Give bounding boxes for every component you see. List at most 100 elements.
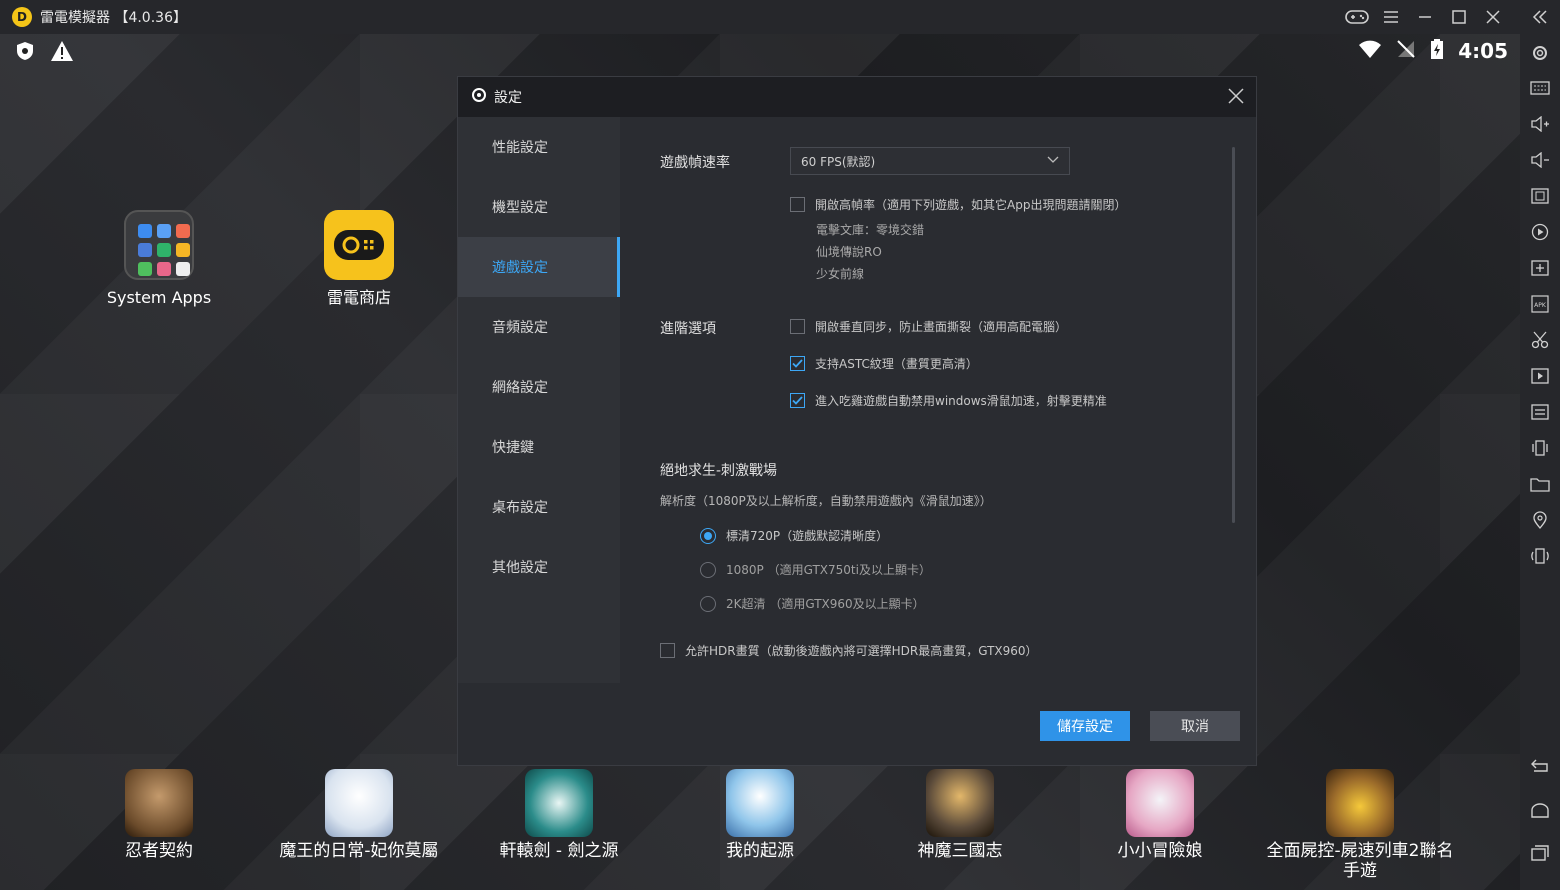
high-fps-checkbox[interactable] (790, 197, 805, 212)
svg-text:APK: APK (1534, 302, 1547, 309)
sync-icon[interactable] (1520, 397, 1560, 427)
fullscreen-icon[interactable] (1520, 181, 1560, 211)
gamepad-store-icon (324, 210, 394, 280)
dock-app-shenmo-sanguo[interactable]: 神魔三國志 (860, 769, 1060, 861)
system-apps-shortcut[interactable]: System Apps (74, 210, 244, 308)
astc-checkbox-row[interactable]: 支持ASTC紋理（畫質更高清） (790, 355, 978, 372)
mouse-accel-checkbox-row[interactable]: 進入吃雞遊戲自動禁用windows滑鼠加速，射擊更精准 (790, 392, 1107, 409)
content-scrollbar[interactable] (1232, 147, 1235, 523)
resolution-2k-option[interactable]: 2K超清 （適用GTX960及以上顯卡） (700, 595, 925, 612)
vsync-checkbox-row[interactable]: 開啟垂直同步，防止畫面撕裂（適用高配電腦） (790, 318, 1067, 335)
high-fps-checkbox-row[interactable]: 開啟高幀率（適用下列遊戲，如其它App出現問題請關閉） (790, 196, 1126, 213)
dock-app-little-adventurer[interactable]: 小小冒險娘 (1060, 769, 1260, 861)
mouse-accel-checkbox[interactable] (790, 393, 805, 408)
dock-app-demon-king[interactable]: 魔王的日常-妃你莫屬 (259, 769, 459, 861)
warning-icon (50, 40, 74, 67)
mouse-accel-label: 進入吃雞遊戲自動禁用windows滑鼠加速，射擊更精准 (815, 394, 1107, 408)
nav-wallpaper-settings[interactable]: 桌布設定 (458, 477, 620, 537)
volume-down-icon[interactable] (1520, 145, 1560, 175)
add-window-icon[interactable] (1520, 253, 1560, 283)
astc-label: 支持ASTC紋理（畫質更高清） (815, 357, 978, 371)
scissors-icon[interactable] (1520, 325, 1560, 355)
system-apps-folder-icon (124, 210, 194, 280)
nav-network-settings[interactable]: 網絡設定 (458, 357, 620, 417)
shake-icon[interactable] (1520, 433, 1560, 463)
back-icon[interactable] (1520, 750, 1560, 780)
high-fps-game-item: 少女前線 (816, 267, 865, 281)
nav-audio-settings[interactable]: 音頻設定 (458, 297, 620, 357)
zombie-train-app-icon (1326, 769, 1394, 837)
dock-app-ninja-contract[interactable]: 忍者契約 (59, 769, 259, 861)
collapse-toolbar-icon[interactable] (1520, 2, 1560, 32)
hdr-checkbox-row[interactable]: 允許HDR畫質（啟動後遊戲內將可選擇HDR最高畫質，GTX960） (660, 642, 1038, 659)
recent-apps-icon[interactable] (1520, 838, 1560, 868)
settings-gear-icon[interactable] (1520, 38, 1560, 68)
gear-icon (470, 86, 488, 109)
fps-select-value: 60 FPS(默認) (801, 154, 876, 169)
gamepad-icon[interactable] (1340, 0, 1374, 34)
dock-app-label: 我的起源 (726, 841, 794, 861)
dock-app-label: 神魔三國志 (917, 841, 1003, 861)
save-settings-button[interactable]: 儲存設定 (1040, 711, 1130, 741)
android-status-bar: 4:05 (0, 34, 1520, 68)
nav-shortcuts[interactable]: 快捷鍵 (458, 417, 620, 477)
screen-record-icon[interactable] (1520, 217, 1560, 247)
nav-other-settings[interactable]: 其他設定 (458, 537, 620, 597)
settings-dialog: 設定 性能設定 機型設定 遊戲設定 音頻設定 網絡設定 快捷鍵 桌布設定 其他設… (457, 76, 1257, 766)
video-icon[interactable] (1520, 361, 1560, 391)
volume-up-icon[interactable] (1520, 109, 1560, 139)
location-icon[interactable] (1520, 505, 1560, 535)
menu-icon[interactable] (1374, 0, 1408, 34)
battery-icon (1430, 38, 1444, 64)
dock-app-zombie-train[interactable]: 全面屍控-屍速列車2聯名手遊 (1260, 769, 1460, 881)
resolution-720p-radio[interactable] (700, 527, 716, 544)
settings-nav: 性能設定 機型設定 遊戲設定 音頻設定 網絡設定 快捷鍵 桌布設定 其他設定 (458, 117, 620, 683)
nav-model-settings[interactable]: 機型設定 (458, 177, 620, 237)
ld-store-shortcut[interactable]: 雷電商店 (274, 210, 444, 308)
resolution-2k-label: 2K超清 （適用GTX960及以上顯卡） (726, 597, 925, 611)
resolution-1080p-radio[interactable] (700, 561, 716, 578)
rotate-icon[interactable] (1520, 541, 1560, 571)
window-title: 雷電模擬器 【4.0.36】 (40, 10, 187, 26)
keyboard-icon[interactable] (1520, 73, 1560, 103)
shield-icon (14, 40, 36, 67)
fps-label: 遊戲幀速率 (660, 155, 730, 171)
folder-icon[interactable] (1520, 469, 1560, 499)
astc-checkbox[interactable] (790, 356, 805, 371)
maximize-icon[interactable] (1442, 0, 1476, 34)
dock-app-label: 全面屍控-屍速列車2聯名手遊 (1266, 841, 1454, 881)
demon-king-app-icon (325, 769, 393, 837)
fps-select[interactable]: 60 FPS(默認) (790, 147, 1070, 175)
dock-app-label: 小小冒險娘 (1117, 841, 1203, 861)
resolution-note: 解析度（1080P及以上解析度，自動禁用遊戲內《滑鼠加速》） (660, 494, 992, 508)
title-bar: D 雷電模擬器 【4.0.36】 (0, 0, 1520, 34)
resolution-720p-option[interactable]: 標清720P（遊戲默認清晰度） (700, 527, 888, 544)
home-icon[interactable] (1520, 795, 1560, 825)
my-origin-app-icon (726, 769, 794, 837)
status-time: 4:05 (1458, 39, 1508, 63)
nav-performance-settings[interactable]: 性能設定 (458, 117, 620, 177)
no-signal-icon (1396, 39, 1416, 63)
minimize-icon[interactable] (1408, 0, 1442, 34)
hdr-checkbox[interactable] (660, 643, 675, 658)
wifi-icon (1358, 39, 1382, 63)
nav-game-settings[interactable]: 遊戲設定 (458, 237, 620, 297)
resolution-1080p-option[interactable]: 1080P （適用GTX750ti及以上顯卡） (700, 561, 931, 578)
vsync-label: 開啟垂直同步，防止畫面撕裂（適用高配電腦） (815, 320, 1068, 334)
desktop-icon-label: 雷電商店 (326, 288, 391, 307)
vsync-checkbox[interactable] (790, 319, 805, 334)
apk-install-icon[interactable]: APK (1520, 289, 1560, 319)
dock-app-xuanyuan-sword[interactable]: 軒轅劍 - 劍之源 (459, 769, 659, 861)
game-settings-panel: 遊戲幀速率 60 FPS(默認) 開啟高幀率（適用下列遊戲，如其它App出現問題… (620, 117, 1256, 683)
resolution-2k-radio[interactable] (700, 595, 716, 612)
little-adventurer-app-icon (1126, 769, 1194, 837)
dock-app-my-origin[interactable]: 我的起源 (660, 769, 860, 861)
desktop-icon-label: System Apps (106, 288, 212, 307)
cancel-button[interactable]: 取消 (1150, 711, 1240, 741)
ninja-contract-app-icon (125, 769, 193, 837)
dialog-close-icon[interactable] (1228, 85, 1244, 109)
close-icon[interactable] (1476, 0, 1510, 34)
right-toolbar: APK (1520, 0, 1560, 890)
dock-app-label: 軒轅劍 - 劍之源 (499, 841, 619, 861)
high-fps-label: 開啟高幀率（適用下列遊戲，如其它App出現問題請關閉） (815, 198, 1127, 212)
